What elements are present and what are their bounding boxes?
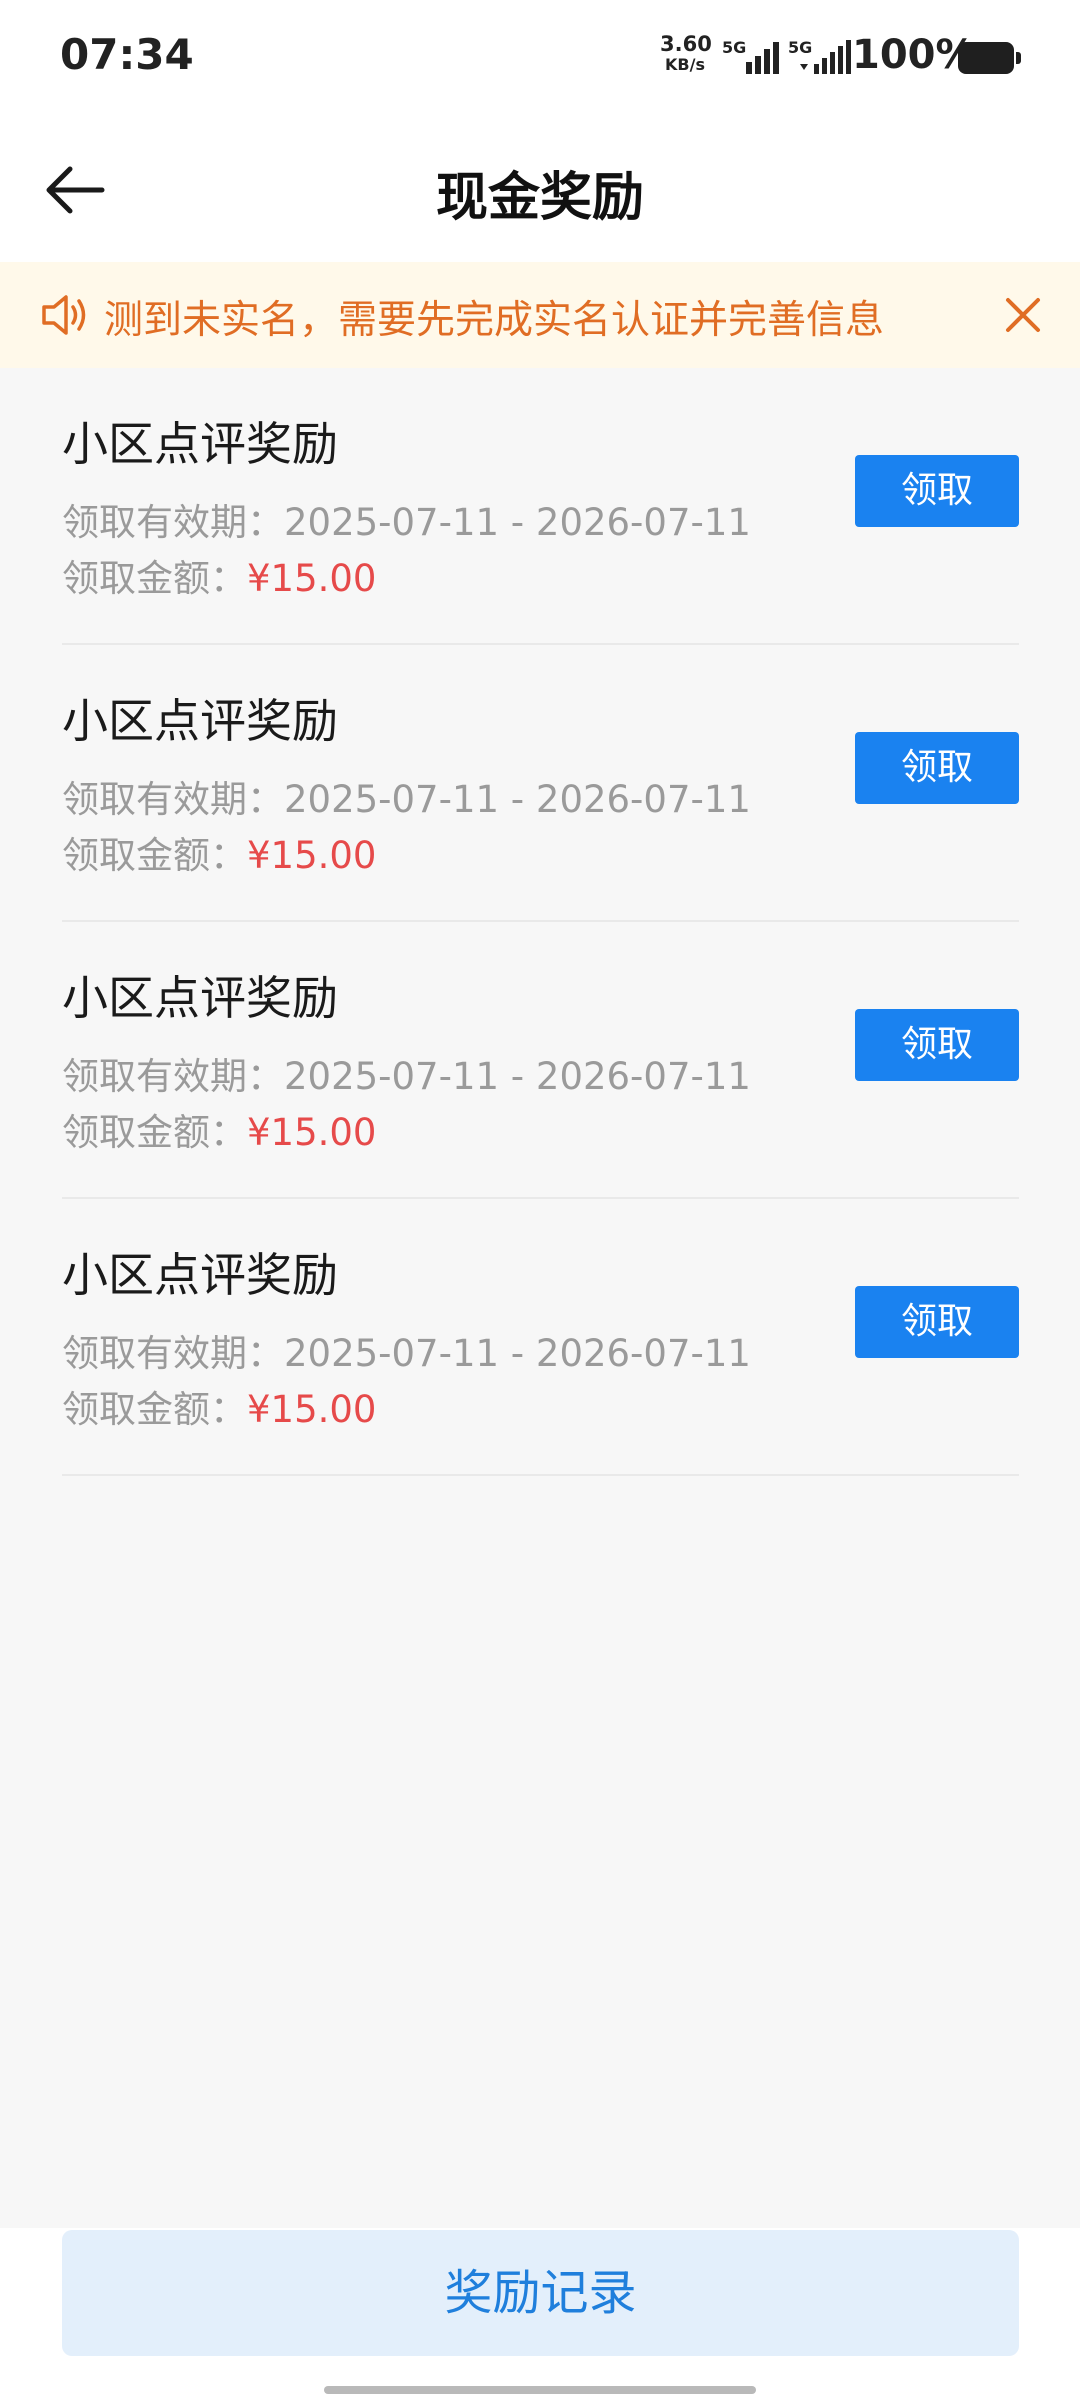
reward-amount: 领取金额：¥15.00 (62, 557, 377, 600)
claim-button[interactable]: 领取 (855, 1009, 1019, 1081)
reward-list: 小区点评奖励 领取有效期：2025-07-11 - 2026-07-11 领取金… (62, 368, 1019, 1476)
reward-title: 小区点评奖励 (62, 694, 338, 748)
claim-button[interactable]: 领取 (855, 455, 1019, 527)
reward-title: 小区点评奖励 (62, 1248, 338, 1302)
reward-amount: 领取金额：¥15.00 (62, 1388, 377, 1431)
reward-title: 小区点评奖励 (62, 971, 338, 1025)
battery-icon (958, 42, 1021, 74)
claim-button[interactable]: 领取 (855, 1286, 1019, 1358)
home-indicator[interactable] (324, 2386, 756, 2394)
network-speed: 3.60 KB/s (660, 32, 712, 74)
notice-banner: 测到未实名，需要先完成实名认证并完善信息 (0, 262, 1080, 368)
close-icon[interactable] (1000, 292, 1046, 338)
reward-validity: 领取有效期：2025-07-11 - 2026-07-11 (62, 778, 751, 821)
reward-item: 小区点评奖励 领取有效期：2025-07-11 - 2026-07-11 领取金… (62, 368, 1019, 645)
nav-bar: 现金奖励 (0, 115, 1080, 263)
sim2-signal-icon: 5G (788, 38, 851, 78)
page-title: 现金奖励 (435, 168, 644, 228)
reward-item: 小区点评奖励 领取有效期：2025-07-11 - 2026-07-11 领取金… (62, 1199, 1019, 1476)
reward-amount: 领取金额：¥15.00 (62, 834, 377, 877)
sim1-signal-icon: 5G (722, 38, 782, 78)
speaker-icon (40, 292, 92, 338)
reward-validity: 领取有效期：2025-07-11 - 2026-07-11 (62, 1332, 751, 1375)
claim-button[interactable]: 领取 (855, 732, 1019, 804)
reward-amount: 领取金额：¥15.00 (62, 1111, 377, 1154)
reward-title: 小区点评奖励 (62, 417, 338, 471)
reward-item: 小区点评奖励 领取有效期：2025-07-11 - 2026-07-11 领取金… (62, 645, 1019, 922)
status-bar: 07:34 3.60 KB/s 5G 5G 100% (0, 0, 1080, 115)
reward-item: 小区点评奖励 领取有效期：2025-07-11 - 2026-07-11 领取金… (62, 922, 1019, 1199)
status-time: 07:34 (60, 30, 194, 79)
notice-text: 测到未实名，需要先完成实名认证并完善信息 (104, 298, 885, 343)
reward-validity: 领取有效期：2025-07-11 - 2026-07-11 (62, 1055, 751, 1098)
network-speed-unit: KB/s (665, 55, 705, 74)
network-speed-value: 3.60 (660, 32, 712, 56)
reward-validity: 领取有效期：2025-07-11 - 2026-07-11 (62, 501, 751, 544)
reward-records-button[interactable]: 奖励记录 (62, 2230, 1019, 2356)
